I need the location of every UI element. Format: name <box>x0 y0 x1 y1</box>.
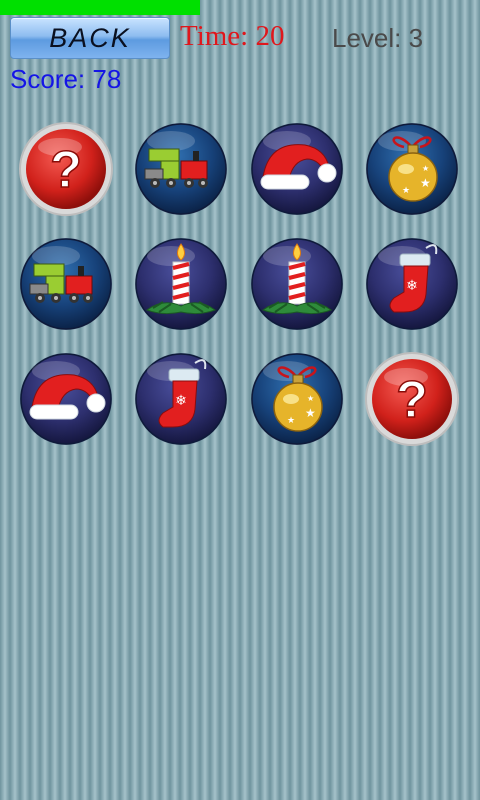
train-card[interactable] <box>18 236 114 332</box>
stocking-card[interactable]: ❄ <box>133 351 229 447</box>
svg-text:★: ★ <box>420 176 431 190</box>
back-button[interactable]: BACK <box>10 17 170 59</box>
question-icon: ? <box>365 352 459 446</box>
svg-text:★: ★ <box>305 406 316 420</box>
svg-text:★: ★ <box>422 164 429 173</box>
time-display: Time: 20 <box>180 20 285 52</box>
svg-text:❄: ❄ <box>175 393 187 409</box>
ornament-card[interactable]: ★ ★ ★ <box>364 121 460 217</box>
santa-hat-icon <box>251 123 343 215</box>
candle-card[interactable] <box>249 236 345 332</box>
santa-hat-card[interactable] <box>249 121 345 217</box>
ornament-card[interactable]: ★ ★ ★ <box>249 351 345 447</box>
ornament-icon: ★ ★ ★ <box>366 123 458 215</box>
svg-text:❄: ❄ <box>406 278 418 294</box>
candle-icon <box>135 238 227 330</box>
stocking-icon: ❄ <box>366 238 458 330</box>
hidden-card[interactable]: ? <box>364 351 460 447</box>
candle-icon <box>251 238 343 330</box>
train-icon <box>20 238 112 330</box>
santa-hat-card[interactable] <box>18 351 114 447</box>
santa-hat-icon <box>20 353 112 445</box>
hidden-card[interactable]: ? <box>18 121 114 217</box>
train-card[interactable] <box>133 121 229 217</box>
train-icon <box>135 123 227 215</box>
level-display: Level: 3 <box>332 23 424 53</box>
ornament-icon: ★ ★ ★ <box>251 353 343 445</box>
question-icon: ? <box>19 122 113 216</box>
svg-text:★: ★ <box>287 416 295 426</box>
progress-bar <box>0 0 200 15</box>
candle-card[interactable] <box>133 236 229 332</box>
score-display: Score: 78 <box>10 64 122 94</box>
stocking-icon: ❄ <box>135 353 227 445</box>
svg-text:★: ★ <box>402 186 410 196</box>
svg-text:★: ★ <box>307 394 314 403</box>
svg-text:?: ? <box>396 371 428 429</box>
svg-text:?: ? <box>50 141 82 199</box>
stocking-card[interactable]: ❄ <box>364 236 460 332</box>
